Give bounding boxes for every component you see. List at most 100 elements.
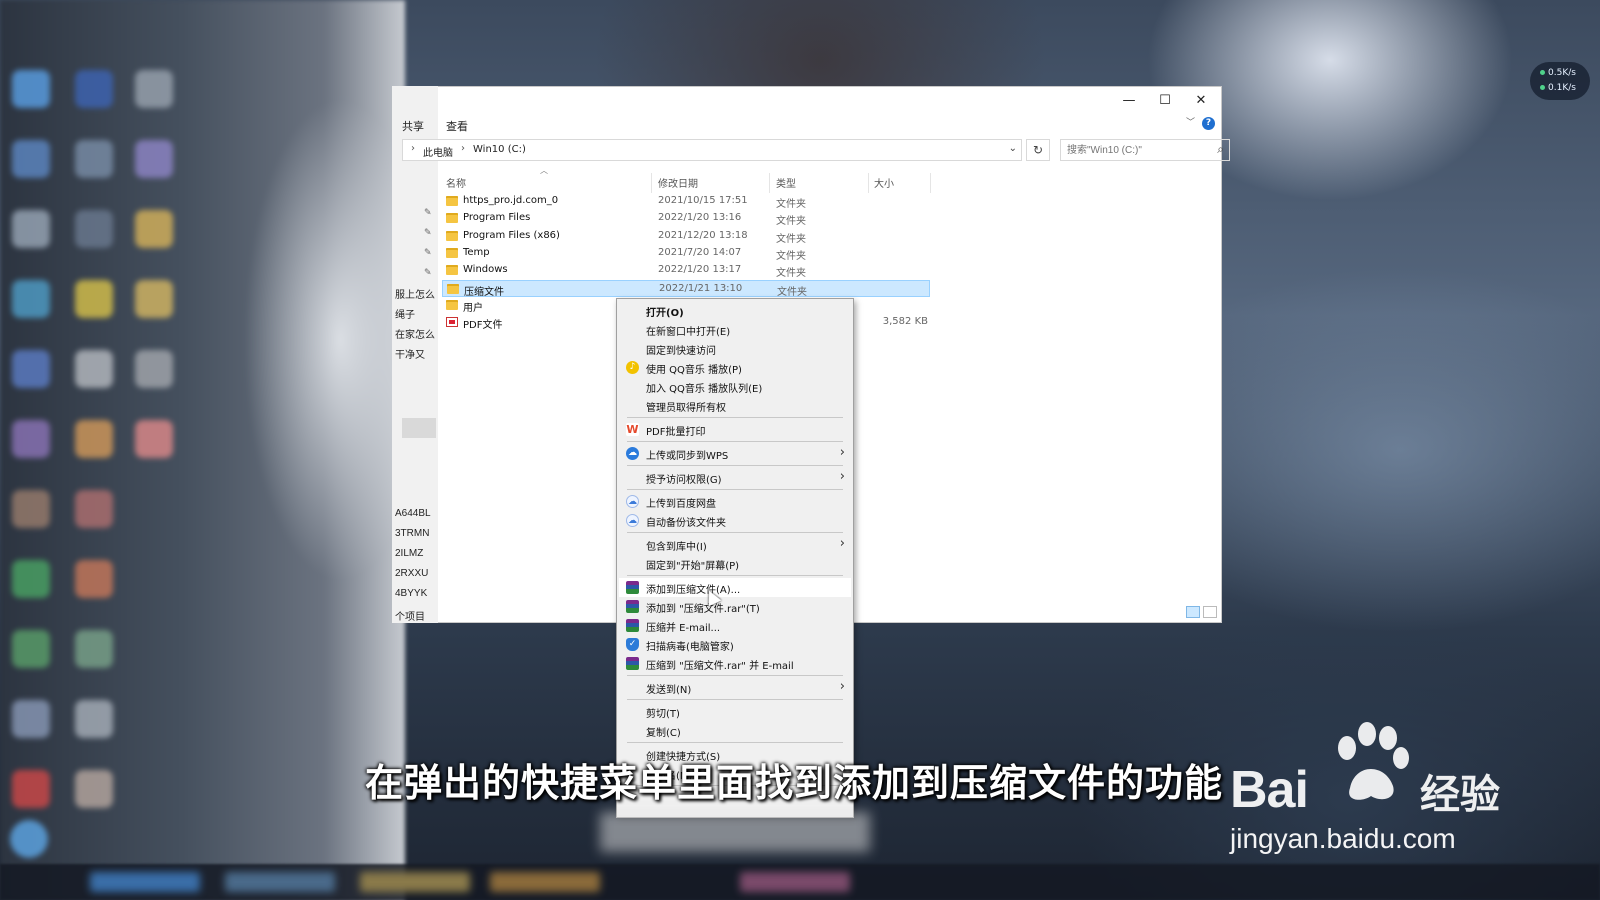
desktop-icon <box>75 700 113 738</box>
upload-speed: 0.5K/s <box>1540 68 1576 78</box>
file-row[interactable]: Temp 2021/7/20 14:07 文件夹 <box>442 245 930 262</box>
file-date: 2022/1/20 13:17 <box>658 264 742 276</box>
column-size[interactable]: 大小 <box>874 175 894 190</box>
menu-bottom-blur <box>600 812 870 852</box>
nav-item[interactable]: 绳子 <box>395 306 415 321</box>
file-date: 2021/7/20 14:07 <box>658 246 742 258</box>
context-menu-item[interactable]: 压缩并 E-mail... <box>619 616 851 635</box>
context-menu-item[interactable]: ☁ 上传到百度网盘 <box>619 492 851 511</box>
context-menu-item[interactable]: 在新窗口中打开(E) <box>619 320 851 339</box>
breadcrumb-drive[interactable]: Win10 (C:) <box>473 144 526 155</box>
context-menu-item[interactable]: 复制(C) <box>619 721 851 740</box>
search-icon[interactable]: ⌕ <box>1217 142 1224 157</box>
ribbon-expand-icon[interactable]: ﹀ <box>1186 115 1195 128</box>
desktop-icon <box>10 820 48 858</box>
column-divider[interactable] <box>868 173 869 193</box>
nav-item[interactable]: 4BYYK <box>395 588 427 599</box>
menu-item-label: 自动备份该文件夹 <box>646 518 726 529</box>
context-menu-item[interactable]: 加入 QQ音乐 播放队列(E) <box>619 377 851 396</box>
large-icons-view-button[interactable] <box>1203 606 1217 618</box>
desktop-icon <box>75 210 113 248</box>
nav-item[interactable]: 2RXXU <box>395 568 428 579</box>
download-value: 0.1 <box>1548 83 1563 93</box>
taskbar-item[interactable] <box>490 872 600 892</box>
context-menu-item[interactable]: 压缩到 "压缩文件.rar" 并 E-mail <box>619 654 851 673</box>
folder-icon <box>446 196 458 206</box>
chevron-right-icon: › <box>839 679 845 694</box>
taskbar-item[interactable] <box>225 872 335 892</box>
menu-separator <box>627 675 843 676</box>
column-name[interactable]: 名称 <box>446 175 466 190</box>
details-view-button[interactable] <box>1186 606 1200 618</box>
column-divider[interactable] <box>769 173 770 193</box>
file-type: 文件夹 <box>776 268 806 280</box>
context-menu-item[interactable]: 授予访问权限(G) › <box>619 468 851 487</box>
desktop-icon <box>75 420 113 458</box>
context-menu-item[interactable]: ☁ 上传或同步到WPS › <box>619 444 851 463</box>
desktop-icon <box>135 280 173 318</box>
baidu-netdisk-icon: ☁ <box>626 495 639 508</box>
chevron-right-icon: › <box>461 143 465 154</box>
refresh-button[interactable]: ↻ <box>1026 139 1050 161</box>
nav-item-selected[interactable] <box>402 418 436 438</box>
desktop-icon <box>75 770 113 808</box>
context-menu-item[interactable]: ♪ 使用 QQ音乐 播放(P) <box>619 358 851 377</box>
file-row[interactable]: 压缩文件 2022/1/21 13:10 文件夹 <box>442 279 930 298</box>
nav-item[interactable]: 在家怎么 <box>395 326 435 341</box>
address-bar[interactable]: › 此电脑 › Win10 (C:) ⌄ <box>402 139 1022 161</box>
desktop-icon <box>135 420 173 458</box>
context-menu-item[interactable]: 剪切(T) <box>619 702 851 721</box>
chevron-right-icon: › <box>839 469 845 484</box>
maximize-button[interactable]: ☐ <box>1146 87 1184 113</box>
minimize-button[interactable]: — <box>1110 87 1148 113</box>
address-row: › 此电脑 › Win10 (C:) ⌄ ↻ ⌕ <box>402 139 1230 165</box>
context-menu-item[interactable]: ✓ 扫描病毒(电脑管家) <box>619 635 851 654</box>
file-row[interactable]: Program Files 2022/1/20 13:16 文件夹 <box>442 210 930 227</box>
context-menu-item[interactable]: 打开(O) <box>619 301 851 320</box>
folder-icon <box>446 299 458 310</box>
chevron-down-icon[interactable]: ⌄ <box>1009 143 1017 154</box>
search-box[interactable]: ⌕ <box>1060 139 1230 161</box>
file-name: Temp <box>463 246 490 258</box>
context-menu-item[interactable]: 固定到快速访问 <box>619 339 851 358</box>
menu-item-label: 授予访问权限(G) <box>646 475 722 486</box>
file-name: Windows <box>463 264 508 276</box>
title-bar[interactable]: — ☐ ✕ <box>438 87 1221 113</box>
menu-item-label: 包含到库中(I) <box>646 542 707 553</box>
column-type[interactable]: 类型 <box>776 175 796 190</box>
column-divider[interactable] <box>651 173 652 193</box>
context-menu-item[interactable]: 发送到(N) › <box>619 678 851 697</box>
network-speed-widget[interactable]: 0.5K/s 0.1K/s <box>1530 62 1590 100</box>
context-menu-item[interactable]: 管理员取得所有权 <box>619 396 851 415</box>
breadcrumb-this-pc[interactable]: 此电脑 <box>423 144 453 159</box>
nav-item[interactable]: A644BL <box>395 508 431 519</box>
download-unit: K/s <box>1562 83 1576 93</box>
taskbar-item[interactable] <box>740 872 850 892</box>
context-menu-item[interactable]: ☁ 自动备份该文件夹 <box>619 511 851 530</box>
close-button[interactable]: ✕ <box>1182 87 1220 113</box>
context-menu-item[interactable]: 固定到"开始"屏幕(P) <box>619 554 851 573</box>
tab-view[interactable]: 查看 <box>446 118 468 134</box>
search-input[interactable] <box>1067 143 1207 158</box>
context-menu-item[interactable]: W PDF批量打印 <box>619 420 851 439</box>
menu-item-label: 管理员取得所有权 <box>646 403 726 414</box>
nav-item[interactable]: 2ILMZ <box>395 548 423 559</box>
context-menu-item[interactable]: 添加到 "压缩文件.rar"(T) <box>619 597 851 616</box>
context-menu-item[interactable]: 添加到压缩文件(A)... <box>619 578 851 597</box>
column-date[interactable]: 修改日期 <box>658 175 698 190</box>
taskbar-item[interactable] <box>90 872 200 892</box>
nav-item[interactable]: 服上怎么 <box>395 286 435 301</box>
upload-dot-icon <box>1540 70 1545 75</box>
column-divider[interactable] <box>930 173 931 193</box>
help-icon[interactable]: ? <box>1202 117 1215 130</box>
nav-item[interactable]: 干净又 <box>395 346 425 361</box>
file-row[interactable]: https_pro.jd.com_0 2021/10/15 17:51 文件夹 <box>442 193 930 210</box>
tab-share[interactable]: 共享 <box>402 118 424 134</box>
nav-item[interactable]: 3TRMN <box>395 528 429 539</box>
taskbar-item[interactable] <box>360 872 470 892</box>
file-row[interactable]: Windows 2022/1/20 13:17 文件夹 <box>442 262 930 279</box>
menu-separator <box>627 417 843 418</box>
file-row[interactable]: Program Files (x86) 2021/12/20 13:18 文件夹 <box>442 228 930 245</box>
column-headers: ︿ 名称 修改日期 类型 大小 <box>438 166 1221 193</box>
context-menu-item[interactable]: 包含到库中(I) › <box>619 535 851 554</box>
